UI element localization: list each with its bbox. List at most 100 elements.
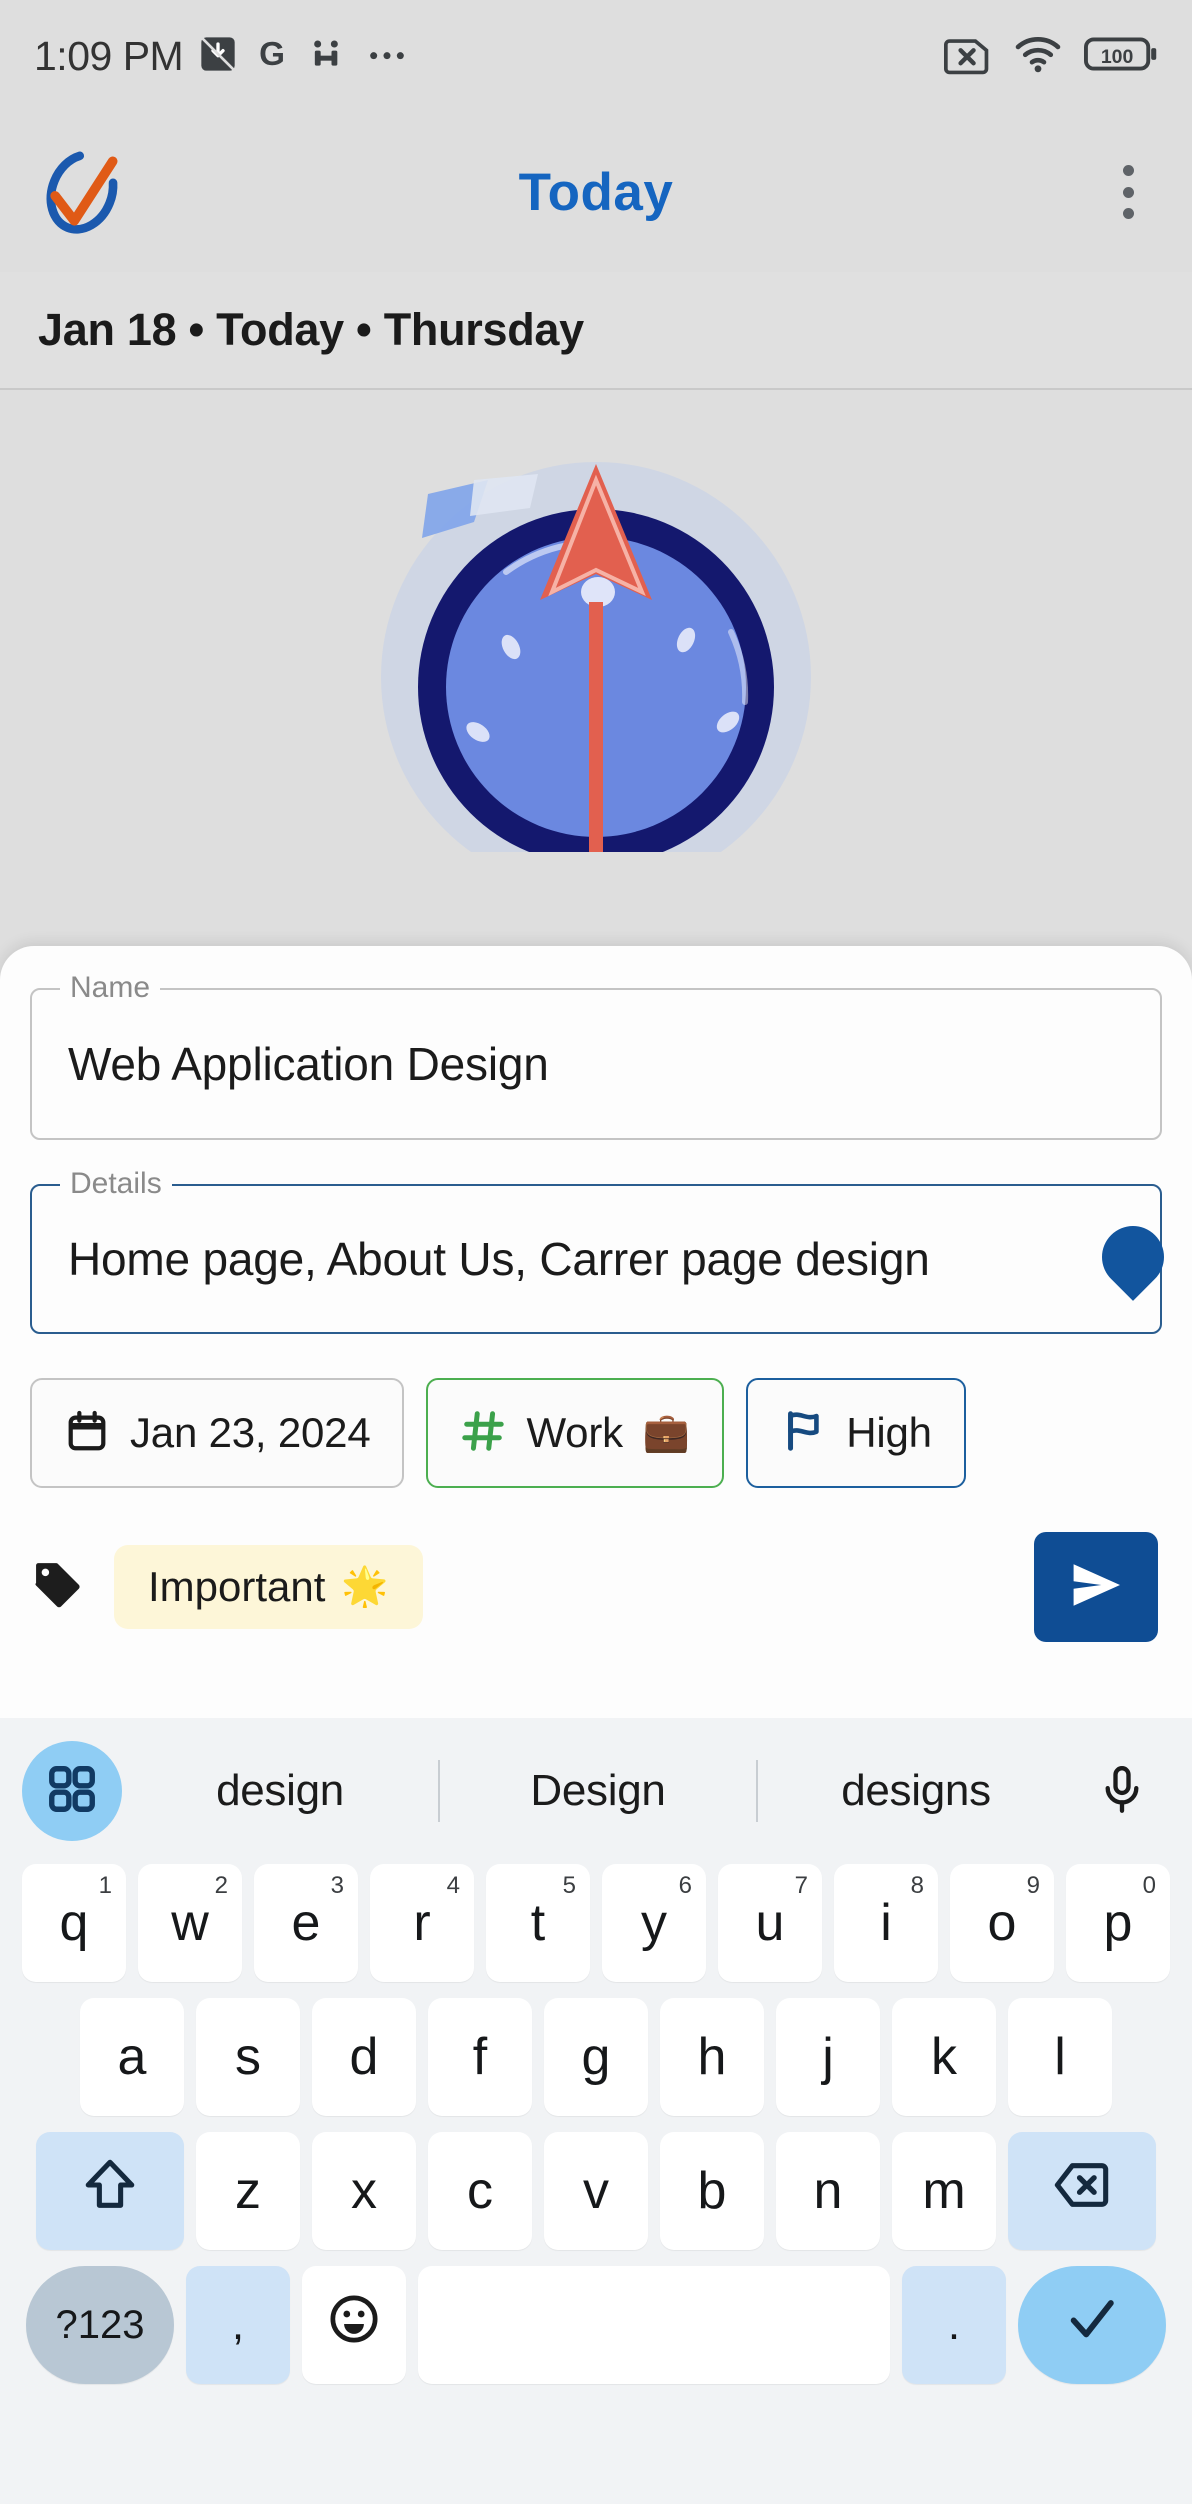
tag-chip-important[interactable]: Important 🌟 — [114, 1545, 423, 1629]
period-key[interactable]: . — [902, 2266, 1006, 2384]
key-n[interactable]: n — [776, 2132, 880, 2250]
comma-key-label: , — [231, 2300, 245, 2349]
key-label: y — [641, 1894, 667, 1952]
key-label: l — [1054, 2028, 1066, 2086]
key-label: a — [117, 2028, 147, 2086]
key-b[interactable]: b — [660, 2132, 764, 2250]
suggestion-word[interactable]: Design — [440, 1766, 756, 1816]
key-m[interactable]: m — [892, 2132, 996, 2250]
comma-key[interactable]: , — [186, 2266, 290, 2384]
key-k[interactable]: k — [892, 1998, 996, 2116]
app-grid-icon-button[interactable] — [22, 1741, 122, 1841]
send-task-button[interactable] — [1034, 1532, 1158, 1642]
emoji-icon — [327, 2292, 381, 2359]
key-sup: 6 — [678, 1872, 692, 1899]
status-bar-right: 100 — [944, 33, 1158, 80]
status-overflow-dots-icon — [361, 34, 413, 79]
kebab-dot — [1122, 165, 1134, 176]
app-logo-check-circle-icon — [34, 144, 130, 240]
keyboard-row-3: z x c v b n m — [0, 2132, 1192, 2250]
key-p[interactable]: 0p — [1066, 1864, 1170, 1982]
backspace-key[interactable] — [1008, 2132, 1156, 2250]
due-date-chip-label: Jan 23, 2024 — [130, 1409, 371, 1456]
key-j[interactable]: j — [776, 1998, 880, 2116]
key-w[interactable]: 2w — [138, 1864, 242, 1982]
key-sup: 5 — [562, 1872, 576, 1899]
key-label: p — [1103, 1894, 1133, 1952]
priority-chip[interactable]: High — [746, 1378, 966, 1488]
overflow-menu-button[interactable] — [1098, 153, 1158, 231]
symbols-key-label: ?123 — [55, 2302, 145, 2347]
key-y[interactable]: 6y — [602, 1864, 706, 1982]
key-label: x — [351, 2162, 377, 2220]
send-icon — [1064, 1553, 1128, 1622]
emoji-key[interactable] — [302, 2266, 406, 2384]
key-v[interactable]: v — [544, 2132, 648, 2250]
phone-screen: 1:09 PM G 100 Today Jan 18 • Today • Thu… — [0, 0, 1192, 2504]
key-label: z — [235, 2162, 261, 2220]
key-d[interactable]: d — [312, 1998, 416, 2116]
key-label: k — [931, 2028, 957, 2086]
key-label: w — [171, 1894, 209, 1952]
key-s[interactable]: s — [196, 1998, 300, 2116]
microphone-button[interactable] — [1074, 1763, 1170, 1820]
priority-chip-label: High — [846, 1409, 932, 1456]
key-h[interactable]: h — [660, 1998, 764, 2116]
key-c[interactable]: c — [428, 2132, 532, 2250]
space-key[interactable] — [418, 2266, 890, 2384]
key-label: h — [697, 2028, 727, 2086]
soft-keyboard: design Design designs 1q 2w 3e 4r 5t 6 y… — [0, 1718, 1192, 2504]
key-sup: 1 — [98, 1872, 112, 1899]
symbols-key[interactable]: ?123 — [26, 2266, 174, 2384]
shift-key[interactable] — [36, 2132, 184, 2250]
date-header-text: Jan 18 • Today • Thursday — [38, 304, 584, 355]
due-date-chip[interactable]: Jan 23, 2024 — [30, 1378, 405, 1488]
name-field-label: Name — [60, 968, 161, 1008]
microphone-icon — [1096, 1763, 1148, 1820]
name-input[interactable]: Web Application Design — [30, 988, 1162, 1140]
key-x[interactable]: x — [312, 2132, 416, 2250]
keyboard-row-4: ?123 , . — [0, 2266, 1192, 2384]
key-r[interactable]: 4r — [370, 1864, 474, 1982]
status-bar: 1:09 PM G 100 — [0, 0, 1192, 112]
status-bar-left: 1:09 PM G — [34, 33, 413, 80]
svg-text:100: 100 — [1101, 45, 1134, 67]
key-label: i — [880, 1894, 892, 1952]
empty-state-illustration-area — [0, 392, 1192, 952]
key-g[interactable]: g — [544, 1998, 648, 2116]
tag-icon[interactable] — [30, 1557, 86, 1618]
suggestion-word[interactable]: design — [122, 1766, 438, 1816]
category-chip[interactable]: Work 💼 — [426, 1378, 725, 1488]
google-g-icon: G — [253, 34, 291, 79]
key-u[interactable]: 7u — [718, 1864, 822, 1982]
briefcase-emoji: 💼 — [642, 1412, 691, 1454]
key-e[interactable]: 3e — [254, 1864, 358, 1982]
key-label: d — [349, 2028, 379, 2086]
kebab-dot — [1122, 208, 1134, 219]
key-sup: 0 — [1142, 1872, 1156, 1899]
key-q[interactable]: 1q — [22, 1864, 126, 1982]
key-a[interactable]: a — [80, 1998, 184, 2116]
suggestion-word[interactable]: designs — [758, 1766, 1074, 1816]
svg-text:G: G — [259, 36, 285, 73]
key-z[interactable]: z — [196, 2132, 300, 2250]
key-label: e — [291, 1894, 321, 1952]
key-l[interactable]: l — [1008, 1998, 1112, 2116]
key-t[interactable]: 5t — [486, 1864, 590, 1982]
enter-key[interactable] — [1018, 2266, 1166, 2384]
key-label: n — [813, 2162, 843, 2220]
sim-card-error-icon — [944, 33, 992, 80]
app-bar: Today — [0, 112, 1192, 272]
key-label: u — [755, 1894, 785, 1952]
key-f[interactable]: f — [428, 1998, 532, 2116]
key-i[interactable]: 8i — [834, 1864, 938, 1982]
details-input[interactable]: Home page, About Us, Carrer page design — [30, 1184, 1162, 1334]
period-key-label: . — [947, 2300, 961, 2349]
details-field-wrapper: Details Home page, About Us, Carrer page… — [30, 1164, 1162, 1334]
key-sup: 4 — [446, 1872, 460, 1899]
key-label: o — [987, 1894, 1017, 1952]
key-o[interactable]: 9o — [950, 1864, 1054, 1982]
name-input-value: Web Application Design — [68, 1038, 549, 1090]
details-field-label: Details — [60, 1164, 172, 1204]
shift-icon — [81, 2156, 139, 2227]
